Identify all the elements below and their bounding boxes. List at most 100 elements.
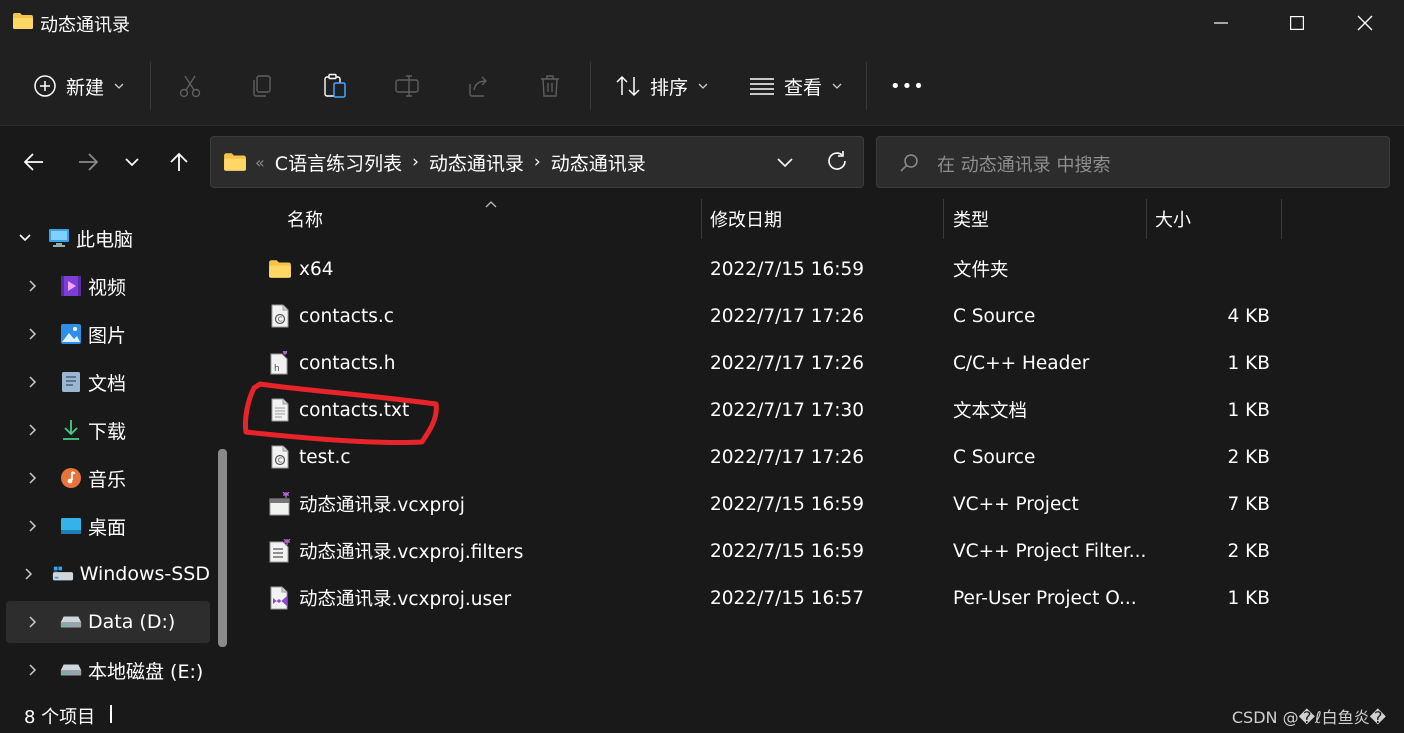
chevron-down-icon[interactable]	[12, 234, 38, 242]
chevron-right-icon[interactable]	[20, 472, 46, 484]
chevron-down-icon	[832, 83, 842, 89]
sidebar-item-desktop[interactable]: 桌面	[6, 505, 210, 547]
file-size: 7 KB	[1227, 493, 1270, 515]
breadcrumb-item[interactable]: C语言练习列表	[275, 149, 402, 176]
view-button[interactable]: 查看	[750, 46, 842, 126]
window-title: 动态通讯录	[40, 15, 130, 36]
sidebar-item-label: 文档	[88, 372, 127, 395]
chevron-right-icon[interactable]	[20, 376, 46, 388]
table-row[interactable]: 动态通讯录.vcxproj.filters 2022/7/15 16:59 VC…	[262, 528, 1292, 574]
cut-button[interactable]	[178, 46, 202, 126]
delete-button[interactable]	[538, 46, 562, 126]
table-row[interactable]: 动态通讯录.vcxproj 2022/7/15 16:59 VC++ Proje…	[262, 481, 1292, 527]
copy-button[interactable]	[250, 46, 274, 126]
sidebar-item-downloads[interactable]: 下载	[6, 409, 210, 451]
download-icon	[60, 419, 82, 441]
breadcrumb-item[interactable]: 动态通讯录	[551, 149, 646, 176]
sidebar-item-music[interactable]: 音乐	[6, 457, 210, 499]
video-icon	[60, 275, 82, 297]
recent-locations-button[interactable]	[114, 144, 150, 180]
rename-icon	[395, 75, 419, 97]
file-type: 文件夹	[953, 260, 1009, 281]
user-file-icon	[268, 575, 292, 621]
table-row[interactable]: x64 2022/7/15 16:59 文件夹	[262, 246, 1292, 292]
minimize-icon	[1214, 22, 1228, 24]
sidebar-item-data-d[interactable]: Data (D:)	[6, 601, 210, 643]
file-date: 2022/7/17 17:30	[710, 399, 865, 421]
column-header-date[interactable]: 修改日期	[710, 199, 782, 239]
new-label: 新建	[66, 76, 105, 99]
arrow-left-icon	[24, 153, 43, 171]
arrow-right-icon	[79, 153, 98, 171]
back-button[interactable]	[16, 144, 52, 180]
sidebar-item-documents[interactable]: 文档	[6, 361, 210, 403]
sidebar-item-videos[interactable]: 视频	[6, 265, 210, 307]
share-button[interactable]	[466, 46, 490, 126]
column-divider[interactable]	[943, 199, 944, 239]
close-icon	[1357, 15, 1373, 31]
maximize-button[interactable]	[1258, 0, 1336, 46]
chevron-right-icon[interactable]	[20, 568, 38, 580]
chevron-down-icon[interactable]	[775, 149, 795, 175]
copy-icon	[253, 75, 271, 97]
sort-ascending-icon	[485, 201, 497, 208]
file-name: 动态通讯录.vcxproj	[299, 495, 465, 516]
drive-windows-icon	[52, 563, 74, 585]
minimize-button[interactable]	[1182, 0, 1260, 46]
paste-button[interactable]	[322, 46, 348, 126]
file-name: x64	[299, 258, 334, 280]
column-header-size[interactable]: 大小	[1155, 199, 1191, 239]
chevron-right-icon[interactable]	[20, 280, 46, 292]
file-date: 2022/7/15 16:57	[710, 587, 865, 609]
toolbar-divider	[150, 62, 151, 110]
drive-icon	[60, 611, 82, 633]
item-count: 8 个项目	[24, 707, 96, 728]
sidebar-item-windows-ssd[interactable]: Windows-SSD	[6, 553, 210, 595]
trash-icon	[541, 75, 559, 97]
file-name: contacts.c	[299, 305, 394, 327]
column-divider[interactable]	[1146, 199, 1147, 239]
chevron-right-icon[interactable]	[20, 520, 46, 532]
chevron-right-icon[interactable]	[20, 664, 46, 676]
chevron-down-icon	[698, 83, 708, 89]
up-button[interactable]	[161, 144, 197, 180]
search-box[interactable]: 在 动态通讯录 中搜索	[876, 136, 1390, 188]
address-bar[interactable]: « C语言练习列表 › 动态通讯录 › 动态通讯录	[210, 136, 864, 188]
sidebar-item-local-disk-e[interactable]: 本地磁盘 (E:)	[6, 649, 210, 691]
file-type: C/C++ Header	[953, 352, 1090, 374]
column-header-name[interactable]: 名称	[287, 199, 323, 239]
file-date: 2022/7/17 17:26	[710, 352, 865, 374]
breadcrumb-separator[interactable]: ›	[412, 152, 419, 172]
breadcrumb-overflow[interactable]: «	[255, 153, 265, 172]
sidebar-item-this-pc[interactable]: 此电脑	[6, 217, 210, 259]
navigation-bar: « C语言练习列表 › 动态通讯录 › 动态通讯录 在 动态通讯录 中搜索	[0, 127, 1404, 197]
c-source-file-icon: C	[268, 293, 292, 339]
view-label: 查看	[784, 76, 823, 99]
breadcrumb-item[interactable]: 动态通讯录	[429, 149, 524, 176]
refresh-icon[interactable]	[825, 148, 849, 174]
close-button[interactable]	[1326, 0, 1404, 46]
sort-button[interactable]: 排序	[616, 46, 708, 126]
new-button[interactable]: 新建	[34, 46, 124, 126]
chevron-right-icon[interactable]	[20, 328, 46, 340]
breadcrumb-separator[interactable]: ›	[534, 152, 541, 172]
sidebar-item-pictures[interactable]: 图片	[6, 313, 210, 355]
desktop-icon	[60, 515, 82, 537]
list-view-icon	[750, 78, 774, 95]
column-divider[interactable]	[701, 199, 702, 239]
column-divider[interactable]	[1281, 199, 1282, 239]
table-row[interactable]: C contacts.c 2022/7/17 17:26 C Source 4 …	[262, 293, 1292, 339]
column-header-type[interactable]: 类型	[953, 199, 989, 239]
sidebar-item-label: 下载	[88, 420, 127, 443]
more-options-button[interactable]: •••	[890, 46, 925, 126]
rename-button[interactable]	[394, 46, 420, 126]
forward-button[interactable]	[70, 144, 106, 180]
sidebar-scrollbar[interactable]	[218, 449, 227, 647]
monitor-icon	[48, 227, 70, 249]
chevron-right-icon[interactable]	[20, 424, 46, 436]
chevron-right-icon[interactable]	[20, 616, 46, 628]
file-size: 2 KB	[1227, 446, 1270, 468]
sort-icon	[616, 75, 640, 97]
plus-circle-icon	[34, 75, 56, 97]
table-row[interactable]: 动态通讯录.vcxproj.user 2022/7/15 16:57 Per-U…	[262, 575, 1292, 621]
